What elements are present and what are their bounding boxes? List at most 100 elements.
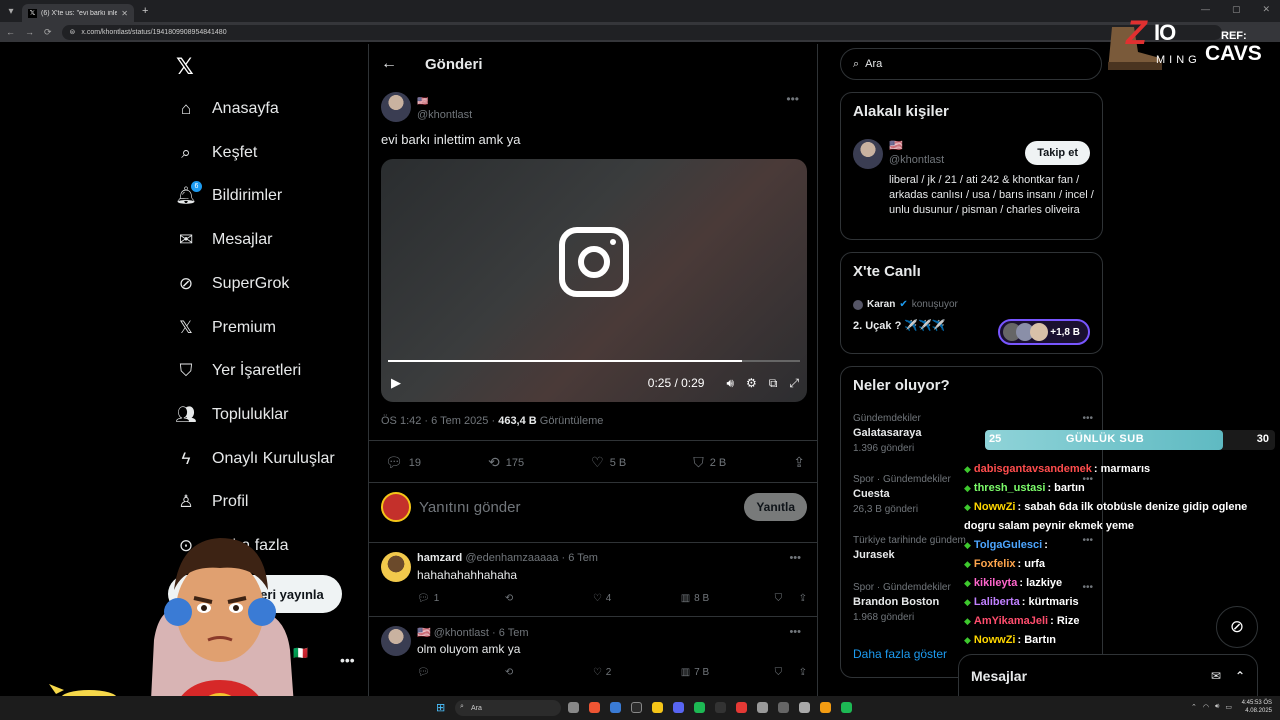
app-icon[interactable] (820, 702, 831, 713)
my-avatar[interactable] (381, 492, 411, 522)
bell-icon: 🔔︎ 6 (175, 181, 202, 206)
more-options-icon[interactable]: ••• (789, 626, 801, 638)
forward-nav-icon[interactable]: → (25, 27, 34, 37)
video-player[interactable]: ▶ 0:25 / 0:29 🔊︎ ⚙ ⧉ ⤢ (381, 159, 807, 402)
follow-button[interactable]: Takip et (1025, 141, 1090, 165)
address-bar[interactable]: ⊜ x.com/khontlast/status/194180990895484… (61, 24, 1222, 40)
bookmark-icon[interactable]: ⛉ (775, 667, 799, 678)
back-arrow-icon[interactable]: ← (381, 55, 397, 73)
live-listeners[interactable]: +1,8 B (998, 319, 1090, 345)
windows-start-icon[interactable]: ⊞ (436, 701, 445, 714)
reload-icon[interactable]: ⟳ (44, 27, 52, 38)
nav-profile[interactable]: ♙ Profil (176, 488, 248, 516)
spotify-icon[interactable] (694, 702, 705, 713)
live-text: 2. Uçak ? ✈️✈️✈️ (853, 320, 946, 332)
video-progress-bar[interactable] (388, 360, 800, 362)
repost-action[interactable]: ⟲ 175 (488, 454, 524, 471)
bookmark-icon[interactable]: ⛉ (775, 593, 799, 604)
x-logo-icon[interactable]: 𝕏 (176, 54, 194, 80)
app-icon[interactable] (631, 702, 642, 713)
grok-floating-button[interactable]: ⊘ (1216, 606, 1258, 648)
reply-action[interactable]: 💬︎ 1 (417, 593, 505, 604)
tab-menu-icon[interactable]: ▾ (0, 0, 22, 22)
back-nav-icon[interactable]: ← (6, 27, 15, 37)
volume-icon[interactable]: 🔊︎ (726, 376, 734, 391)
reply-icon: 💬︎ (417, 667, 430, 678)
app-icon[interactable] (778, 702, 789, 713)
fullscreen-icon[interactable]: ⤢ (789, 376, 799, 391)
volume-icon[interactable]: 🔊︎ (1215, 703, 1219, 711)
live-card[interactable]: X'te Canlı Karan ✔ konuşuyor 2. Uçak ? ✈… (840, 252, 1103, 354)
reply-action[interactable]: 💬︎ 19 (385, 454, 421, 471)
nav-supergrok[interactable]: ⊘ SuperGrok (176, 270, 290, 298)
nav-verified-orgs[interactable]: ϟ Onaylı Kuruluşlar (176, 445, 335, 473)
account-menu-icon[interactable]: ••• (340, 652, 355, 668)
repost-action[interactable]: ⟲ (505, 667, 593, 678)
nav-messages[interactable]: ✉ Mesajlar (176, 226, 273, 254)
avatar[interactable] (853, 139, 883, 169)
compose-message-icon[interactable]: ✉ (1211, 669, 1221, 683)
app-icon[interactable] (799, 702, 810, 713)
tab-close-icon[interactable]: ✕ (121, 9, 128, 18)
views-action[interactable]: ▥ 7 B (681, 667, 775, 678)
search-input[interactable]: ⌕ Ara (840, 48, 1102, 80)
post-author[interactable]: 🇺🇸 @khontlast (381, 92, 807, 122)
battery-icon[interactable]: ▭ (1225, 703, 1232, 711)
repost-action[interactable]: ⟲ (505, 593, 593, 604)
bookmark-action[interactable]: ⛉ 2 B (693, 454, 726, 471)
taskbar-search[interactable]: ⌕ Ara (455, 700, 561, 716)
avatar[interactable] (381, 552, 411, 582)
nav-communities[interactable]: 👥︎ Topluluklar (175, 401, 288, 429)
close-window-icon[interactable]: ✕ (1262, 4, 1270, 15)
like-action[interactable]: ♡ 2 (593, 667, 681, 678)
related-user[interactable]: 🇺🇸 @khontlast (889, 139, 944, 167)
show-more-link[interactable]: Daha fazla göster (853, 647, 947, 661)
comment-author[interactable]: hamzard (417, 552, 462, 564)
more-options-icon[interactable]: ••• (1082, 413, 1093, 424)
share-icon[interactable]: ⇪ (799, 593, 807, 604)
play-icon[interactable]: ▶ (391, 375, 401, 391)
avatar[interactable] (381, 92, 411, 122)
reply-action[interactable]: 💬︎ (417, 667, 505, 678)
share-action[interactable]: ⇪ (793, 454, 805, 471)
tray-chevron-icon[interactable]: ⌃ (1191, 703, 1197, 711)
messages-drawer[interactable]: Mesajlar ✉ ⌃ (958, 654, 1258, 698)
wifi-icon[interactable]: ◠ (1203, 703, 1209, 711)
search-icon: ⌕ (181, 143, 191, 162)
app-icon[interactable] (757, 702, 768, 713)
discord-icon[interactable] (673, 702, 684, 713)
steam-icon[interactable] (715, 702, 726, 713)
avatar[interactable] (381, 626, 411, 656)
settings-gear-icon[interactable]: ⚙ (746, 376, 757, 390)
nav-home[interactable]: ⌂ Anasayfa (176, 95, 279, 123)
task-view-icon[interactable] (568, 702, 579, 713)
like-action[interactable]: ♡ 4 (593, 593, 681, 604)
browser-tab[interactable]: 𝕏 (6) X'te us: "evi barkı inlettim a... … (22, 4, 134, 22)
chrome-icon[interactable] (589, 702, 600, 713)
app-icon[interactable] (736, 702, 747, 713)
edge-icon[interactable] (610, 702, 621, 713)
nav-explore[interactable]: ⌕ Keşfet (176, 139, 257, 167)
chat-username: dabisgantavsandemek (973, 463, 1092, 475)
new-tab-icon[interactable]: + (142, 5, 148, 17)
views-action[interactable]: ▥ 8 B (681, 593, 775, 604)
minimize-icon[interactable]: — (1201, 4, 1210, 15)
post-timestamp[interactable]: ÖS 1:42 · 6 Tem 2025 · (381, 415, 495, 427)
nav-notifications[interactable]: 🔔︎ 6 Bildirimler (175, 181, 282, 210)
pip-icon[interactable]: ⧉ (769, 376, 778, 391)
nav-bookmarks[interactable]: ⛉ Yer İşaretleri (176, 357, 302, 385)
share-icon[interactable]: ⇪ (799, 667, 807, 678)
like-action[interactable]: ♡ 5 B (591, 454, 626, 471)
reply-button[interactable]: Yanıtla (744, 493, 807, 521)
file-explorer-icon[interactable] (652, 702, 663, 713)
reply-input[interactable]: Yanıtını gönder (419, 499, 520, 516)
nav-premium[interactable]: 𝕏 Premium (176, 314, 276, 342)
comment-actions: 💬︎ ⟲ ♡ 2 ▥ 7 B ⛉ ⇪ (417, 667, 807, 678)
taskbar-clock[interactable]: 4:45:53 ÖS 4.08.2025 (1242, 699, 1272, 715)
more-options-icon[interactable]: ••• (786, 92, 799, 106)
expand-up-icon[interactable]: ⌃ (1235, 669, 1245, 683)
site-info-icon[interactable]: ⊜ (70, 28, 76, 36)
maximize-icon[interactable]: ▢ (1232, 4, 1241, 15)
more-options-icon[interactable]: ••• (789, 552, 801, 564)
app-icon[interactable] (841, 702, 852, 713)
